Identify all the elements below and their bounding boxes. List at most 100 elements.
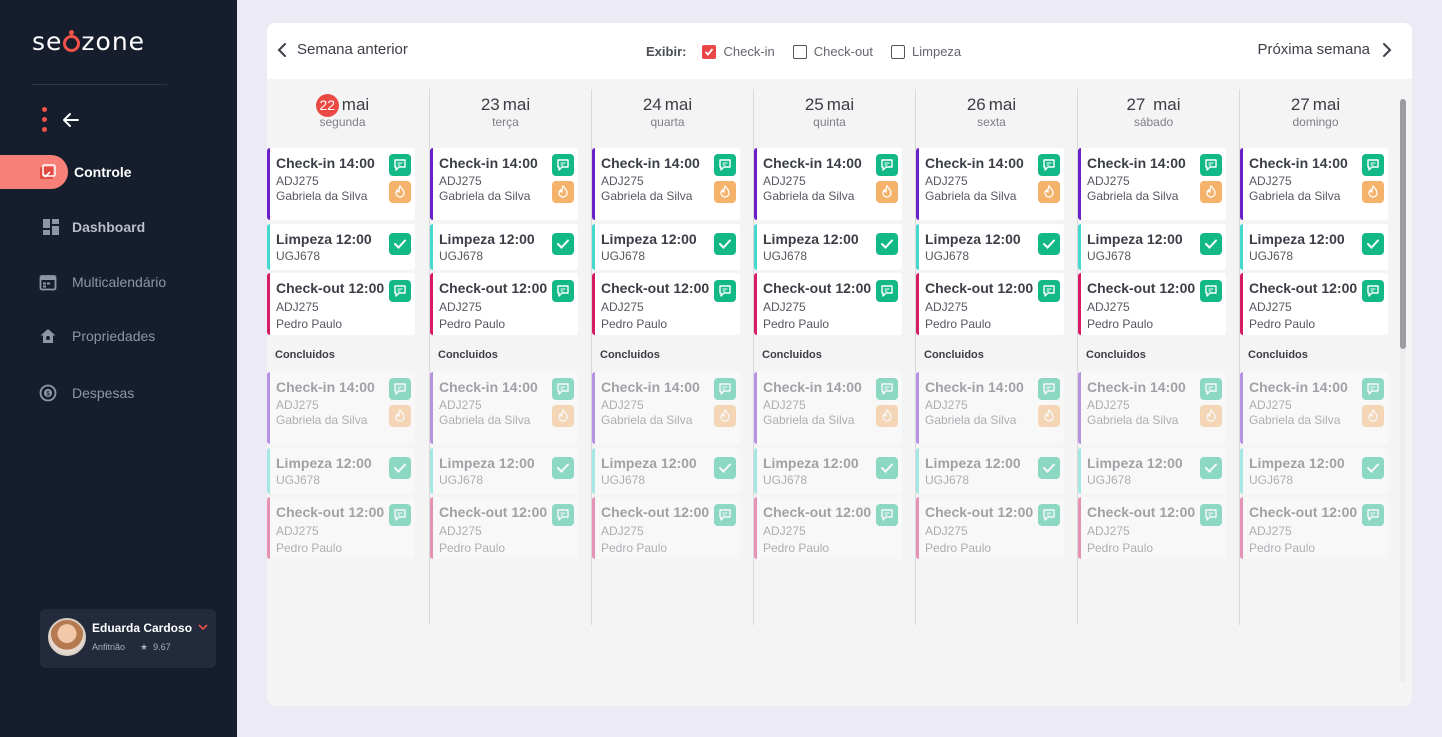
checkbox-checked-icon[interactable] bbox=[702, 44, 717, 59]
cleaning-card[interactable]: Limpeza 12:00 UGJ678 bbox=[1078, 224, 1226, 270]
checkout-card[interactable]: Check-out 12:00 ADJ275 Pedro Paulo bbox=[916, 273, 1064, 335]
checkin-card[interactable]: Check-in 14:00 ADJ275 Gabriela da Silva bbox=[1240, 372, 1388, 444]
message-button[interactable] bbox=[389, 504, 411, 526]
cleaning-status-button[interactable] bbox=[1200, 405, 1222, 427]
cleaning-status-button[interactable] bbox=[1362, 181, 1384, 203]
sidebar-item-propriedades[interactable]: Propriedades bbox=[0, 318, 237, 354]
message-button[interactable] bbox=[876, 378, 898, 400]
checkin-card[interactable]: Check-in 14:00 ADJ275 Gabriela da Silva bbox=[916, 372, 1064, 444]
filter-checkout-checkbox[interactable]: Check-out bbox=[792, 44, 873, 59]
message-button[interactable] bbox=[1038, 504, 1060, 526]
cleaning-card[interactable]: Limpeza 12:00 UGJ678 bbox=[916, 448, 1064, 494]
user-menu[interactable]: Eduarda Cardoso Anfitrião ★ 9.67 bbox=[40, 609, 216, 668]
cleaning-card[interactable]: Limpeza 12:00 UGJ678 bbox=[754, 224, 902, 270]
checkout-card[interactable]: Check-out 12:00 ADJ275 Pedro Paulo bbox=[1240, 273, 1388, 335]
checkin-card[interactable]: Check-in 14:00 ADJ275 Gabriela da Silva bbox=[267, 372, 415, 444]
vertical-scrollbar[interactable] bbox=[1400, 99, 1406, 683]
checkin-card[interactable]: Check-in 14:00 ADJ275 Gabriela da Silva bbox=[1240, 148, 1388, 220]
cleaning-status-button[interactable] bbox=[876, 181, 898, 203]
cleaning-status-button[interactable] bbox=[876, 405, 898, 427]
sidebar-item-dashboard[interactable]: Dashboard bbox=[0, 209, 237, 245]
cleaning-status-button[interactable] bbox=[1038, 405, 1060, 427]
message-button[interactable] bbox=[552, 504, 574, 526]
message-button[interactable] bbox=[1362, 504, 1384, 526]
scrollbar-thumb[interactable] bbox=[1400, 99, 1406, 349]
message-button[interactable] bbox=[1038, 154, 1060, 176]
checkin-card[interactable]: Check-in 14:00 ADJ275 Gabriela da Silva bbox=[592, 372, 740, 444]
checkout-card[interactable]: Check-out 12:00 ADJ275 Pedro Paulo bbox=[754, 273, 902, 335]
message-button[interactable] bbox=[1200, 504, 1222, 526]
message-button[interactable] bbox=[389, 154, 411, 176]
mark-done-button[interactable] bbox=[552, 457, 574, 479]
cleaning-status-button[interactable] bbox=[552, 405, 574, 427]
cleaning-card[interactable]: Limpeza 12:00 UGJ678 bbox=[430, 224, 578, 270]
seazone-logo[interactable]: se zone bbox=[32, 27, 145, 56]
checkin-card[interactable]: Check-in 14:00 ADJ275 Gabriela da Silva bbox=[754, 372, 902, 444]
mark-done-button[interactable] bbox=[1362, 233, 1384, 255]
cleaning-card[interactable]: Limpeza 12:00 UGJ678 bbox=[1240, 448, 1388, 494]
cleaning-status-button[interactable] bbox=[1038, 181, 1060, 203]
message-button[interactable] bbox=[389, 378, 411, 400]
checkout-card[interactable]: Check-out 12:00 ADJ275 Pedro Paulo bbox=[592, 273, 740, 335]
message-button[interactable] bbox=[1038, 378, 1060, 400]
mark-done-button[interactable] bbox=[876, 233, 898, 255]
message-button[interactable] bbox=[876, 280, 898, 302]
checkin-card[interactable]: Check-in 14:00 ADJ275 Gabriela da Silva bbox=[916, 148, 1064, 220]
checkout-card[interactable]: Check-out 12:00 ADJ275 Pedro Paulo bbox=[1078, 273, 1226, 335]
next-week-button[interactable]: Próxima semana bbox=[1257, 41, 1394, 58]
checkbox-unchecked-icon[interactable] bbox=[891, 44, 906, 59]
cleaning-card[interactable]: Limpeza 12:00 UGJ678 bbox=[267, 448, 415, 494]
previous-week-button[interactable]: Semana anterior bbox=[275, 41, 408, 58]
checkout-card[interactable]: Check-out 12:00 ADJ275 Pedro Paulo bbox=[267, 273, 415, 335]
cleaning-status-button[interactable] bbox=[1362, 405, 1384, 427]
cleaning-status-button[interactable] bbox=[552, 181, 574, 203]
cleaning-card[interactable]: Limpeza 12:00 UGJ678 bbox=[430, 448, 578, 494]
filter-cleaning-checkbox[interactable]: Limpeza bbox=[891, 44, 961, 59]
message-button[interactable] bbox=[714, 154, 736, 176]
kebab-menu-icon[interactable] bbox=[42, 107, 47, 132]
message-button[interactable] bbox=[876, 504, 898, 526]
checkin-card[interactable]: Check-in 14:00 ADJ275 Gabriela da Silva bbox=[430, 372, 578, 444]
checkout-card[interactable]: Check-out 12:00 ADJ275 Pedro Paulo bbox=[754, 497, 902, 559]
checkout-card[interactable]: Check-out 12:00 ADJ275 Pedro Paulo bbox=[1240, 497, 1388, 559]
checkin-card[interactable]: Check-in 14:00 ADJ275 Gabriela da Silva bbox=[1078, 372, 1226, 444]
message-button[interactable] bbox=[1362, 280, 1384, 302]
cleaning-status-button[interactable] bbox=[389, 181, 411, 203]
message-button[interactable] bbox=[714, 280, 736, 302]
checkin-card[interactable]: Check-in 14:00 ADJ275 Gabriela da Silva bbox=[1078, 148, 1226, 220]
checkbox-unchecked-icon[interactable] bbox=[792, 44, 807, 59]
mark-done-button[interactable] bbox=[1038, 233, 1060, 255]
cleaning-card[interactable]: Limpeza 12:00 UGJ678 bbox=[592, 224, 740, 270]
sidebar-item-despesas[interactable]: $ Despesas bbox=[0, 375, 237, 411]
checkin-card[interactable]: Check-in 14:00 ADJ275 Gabriela da Silva bbox=[592, 148, 740, 220]
cleaning-status-button[interactable] bbox=[1200, 181, 1222, 203]
checkin-card[interactable]: Check-in 14:00 ADJ275 Gabriela da Silva bbox=[267, 148, 415, 220]
mark-done-button[interactable] bbox=[1362, 457, 1384, 479]
collapse-sidebar-button[interactable] bbox=[42, 107, 81, 132]
cleaning-card[interactable]: Limpeza 12:00 UGJ678 bbox=[916, 224, 1064, 270]
checkin-card[interactable]: Check-in 14:00 ADJ275 Gabriela da Silva bbox=[430, 148, 578, 220]
mark-done-button[interactable] bbox=[1200, 457, 1222, 479]
cleaning-card[interactable]: Limpeza 12:00 UGJ678 bbox=[754, 448, 902, 494]
message-button[interactable] bbox=[876, 154, 898, 176]
checkout-card[interactable]: Check-out 12:00 ADJ275 Pedro Paulo bbox=[430, 273, 578, 335]
mark-done-button[interactable] bbox=[389, 457, 411, 479]
message-button[interactable] bbox=[1200, 378, 1222, 400]
message-button[interactable] bbox=[552, 280, 574, 302]
cleaning-status-button[interactable] bbox=[714, 181, 736, 203]
message-button[interactable] bbox=[1362, 154, 1384, 176]
checkin-card[interactable]: Check-in 14:00 ADJ275 Gabriela da Silva bbox=[754, 148, 902, 220]
cleaning-card[interactable]: Limpeza 12:00 UGJ678 bbox=[592, 448, 740, 494]
message-button[interactable] bbox=[714, 378, 736, 400]
sidebar-item-controle[interactable]: Controle bbox=[0, 154, 237, 190]
checkout-card[interactable]: Check-out 12:00 ADJ275 Pedro Paulo bbox=[430, 497, 578, 559]
mark-done-button[interactable] bbox=[1200, 233, 1222, 255]
cleaning-card[interactable]: Limpeza 12:00 UGJ678 bbox=[1078, 448, 1226, 494]
message-button[interactable] bbox=[1200, 280, 1222, 302]
mark-done-button[interactable] bbox=[714, 233, 736, 255]
arrow-left-icon[interactable] bbox=[61, 110, 81, 130]
checkout-card[interactable]: Check-out 12:00 ADJ275 Pedro Paulo bbox=[592, 497, 740, 559]
cleaning-status-button[interactable] bbox=[389, 405, 411, 427]
mark-done-button[interactable] bbox=[876, 457, 898, 479]
checkout-card[interactable]: Check-out 12:00 ADJ275 Pedro Paulo bbox=[916, 497, 1064, 559]
